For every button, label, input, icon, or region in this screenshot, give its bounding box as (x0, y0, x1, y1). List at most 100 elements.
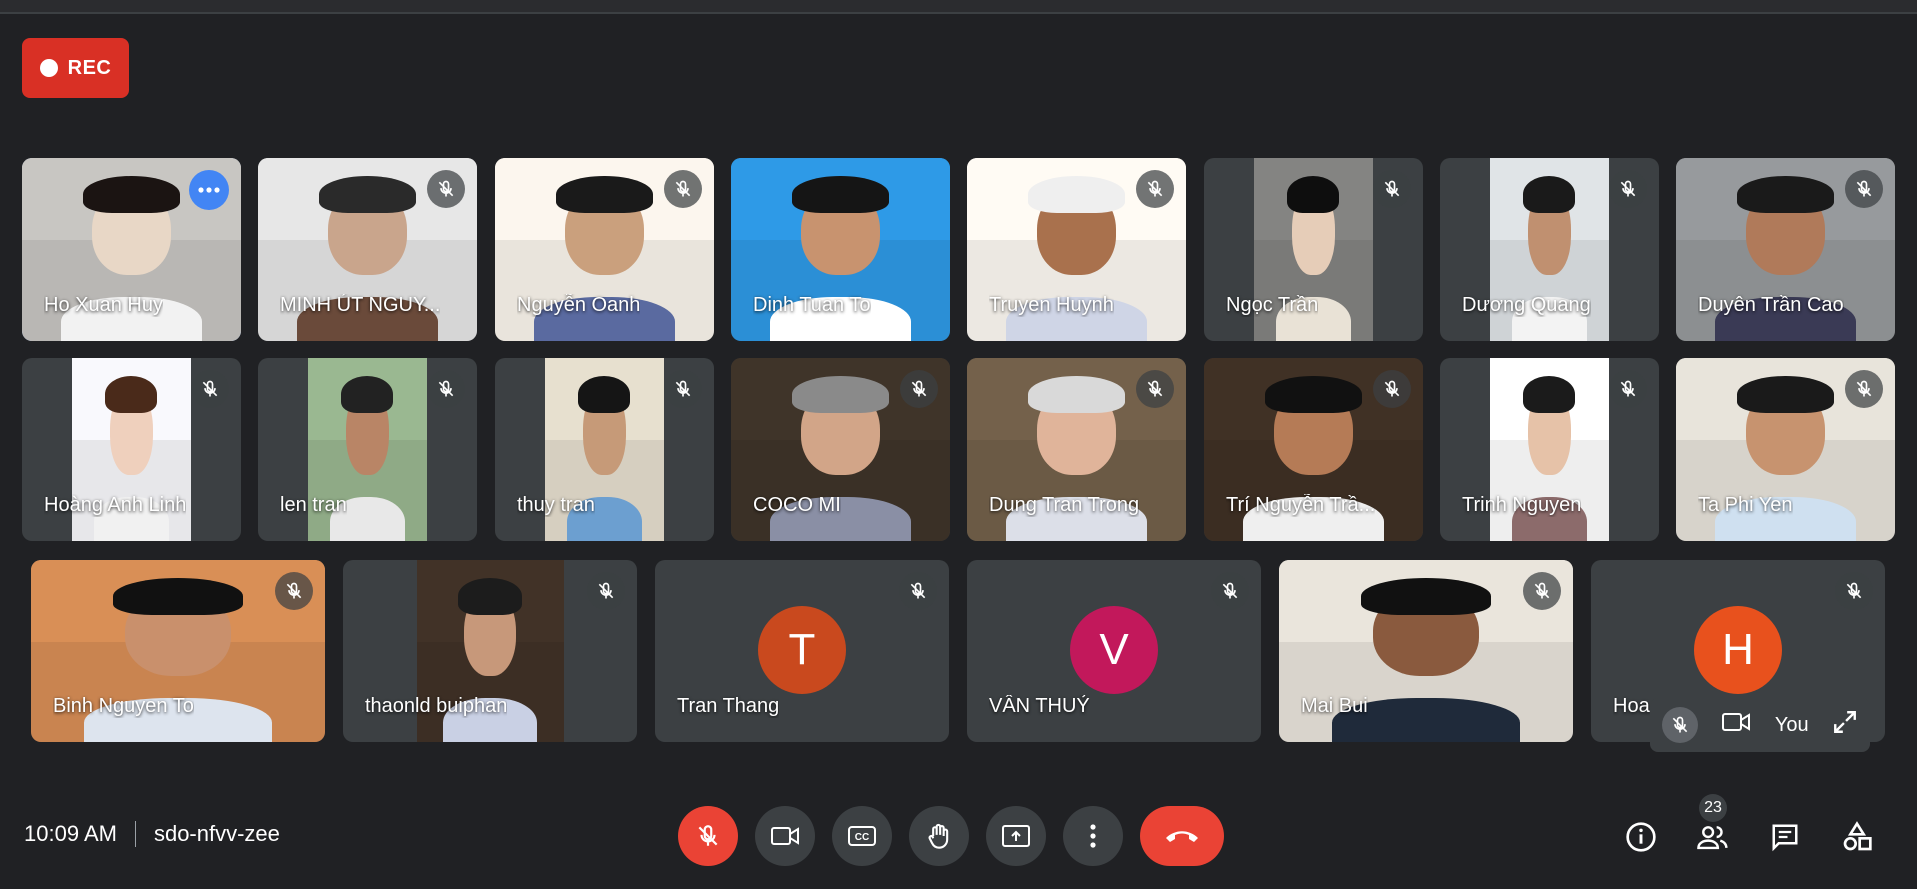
meeting-details-button[interactable] (1618, 814, 1664, 860)
meeting-code[interactable]: sdo-nfvv-zee (154, 821, 280, 847)
window-top-border (0, 0, 1917, 14)
participant-name: Nguyễn Oanh (517, 294, 641, 316)
participant-name: Ho Xuan Huy (44, 294, 163, 316)
activities-button[interactable] (1834, 814, 1880, 860)
participant-count-badge: 23 (1699, 794, 1727, 822)
camera-toggle-button[interactable] (755, 806, 815, 866)
avatar: H (1694, 606, 1782, 694)
participant-tile[interactable]: Duyên Trần Cao (1676, 158, 1895, 341)
mic-off-icon (1845, 170, 1883, 208)
participant-tile[interactable]: V VÂN THUỶ (967, 560, 1261, 742)
participant-name: Duyên Trần Cao (1698, 294, 1844, 316)
meeting-info: 10:09 AM sdo-nfvv-zee (24, 821, 280, 847)
mic-off-icon (900, 370, 938, 408)
participant-tile[interactable]: Trí Nguyễn Trầ... (1204, 358, 1423, 541)
participant-tile[interactable]: Ta Phi Yen (1676, 358, 1895, 541)
recording-label: REC (67, 56, 112, 79)
side-panel-buttons: 23 (1618, 794, 1880, 860)
participant-name: Truyen Huynh (989, 294, 1114, 316)
participant-tile[interactable]: COCO MI (731, 358, 950, 541)
chat-icon (1772, 824, 1798, 852)
participant-tile[interactable]: thuy tran (495, 358, 714, 541)
present-button[interactable] (986, 806, 1046, 866)
participant-tile[interactable]: Dinh Tuan To (731, 158, 950, 341)
participant-name: Hoa (1613, 695, 1650, 717)
mic-off-icon[interactable] (1661, 707, 1698, 743)
info-icon (1626, 822, 1656, 852)
raise-hand-icon (928, 823, 949, 849)
participant-tile[interactable]: Dung Tran Trong (967, 358, 1186, 541)
avatar: T (758, 606, 846, 694)
mic-off-icon (191, 370, 229, 408)
participant-tile[interactable]: len tran (258, 358, 477, 541)
mic-off-icon (427, 370, 465, 408)
more-options-button[interactable] (1063, 806, 1123, 866)
participant-tile[interactable]: Trinh Nguyen (1440, 358, 1659, 541)
mic-off-icon (427, 170, 465, 208)
participant-tile[interactable]: Ho Xuan Huy (22, 158, 241, 341)
mic-off-icon (1373, 370, 1411, 408)
activities-icon (1843, 821, 1872, 851)
captions-button[interactable]: CC (832, 806, 892, 866)
expand-icon[interactable] (1832, 709, 1858, 741)
record-dot-icon (39, 59, 58, 77)
mic-off-icon (1609, 370, 1647, 408)
mic-off-icon (1523, 572, 1561, 610)
mic-off-icon (1211, 572, 1249, 610)
mic-off-icon (698, 825, 718, 846)
participant-tile[interactable]: T Tran Thang (655, 560, 949, 742)
divider (134, 821, 136, 847)
mic-toggle-button[interactable] (678, 806, 738, 866)
self-view-label: You (1774, 713, 1809, 736)
call-controls: CC (678, 806, 1224, 866)
captions-icon: CC (848, 826, 876, 846)
mic-off-icon (664, 170, 702, 208)
participant-name: Dinh Tuan To (753, 294, 871, 316)
avatar: V (1070, 606, 1158, 694)
participant-tile[interactable]: Dương Quang (1440, 158, 1659, 341)
mic-off-icon (587, 572, 625, 610)
participant-tile[interactable]: Mai Bui (1279, 560, 1573, 742)
participant-name: Trí Nguyễn Trầ... (1226, 494, 1376, 516)
participant-tile[interactable]: Truyen Huynh (967, 158, 1186, 341)
people-icon (1697, 826, 1728, 850)
participant-name: Ta Phi Yen (1698, 494, 1793, 516)
participant-tile[interactable]: thaonld buiphan (343, 560, 637, 742)
mic-off-icon (664, 370, 702, 408)
participant-name: thuy tran (517, 494, 595, 516)
mic-off-icon (1609, 170, 1647, 208)
chat-button[interactable] (1762, 814, 1808, 860)
end-call-button[interactable] (1140, 806, 1224, 866)
participant-name: Tran Thang (677, 695, 780, 717)
participant-tile[interactable]: Nguyễn Oanh (495, 158, 714, 341)
meeting-time: 10:09 AM (24, 821, 117, 846)
more-options-icon[interactable] (189, 170, 229, 210)
self-view-bar: You (1650, 698, 1870, 752)
participant-name: Hoàng Anh Linh (44, 494, 187, 516)
participant-tile[interactable]: Hoàng Anh Linh (22, 358, 241, 541)
mic-off-icon (1136, 370, 1174, 408)
camera-icon (771, 827, 799, 845)
participant-name: len tran (280, 494, 347, 516)
more-vert-icon (1090, 824, 1096, 848)
participant-tile[interactable]: Binh Nguyen To (31, 560, 325, 742)
participant-name: VÂN THUỶ (989, 695, 1090, 717)
end-call-icon (1166, 831, 1198, 842)
recording-indicator: REC (22, 38, 129, 98)
participant-tile[interactable]: Ngọc Trần (1204, 158, 1423, 341)
camera-icon[interactable] (1721, 710, 1751, 740)
people-button[interactable]: 23 (1690, 794, 1736, 860)
participant-tile[interactable]: MINH ÚT NGUY... (258, 158, 477, 341)
participant-name: Trinh Nguyen (1462, 494, 1582, 516)
mic-off-icon (1835, 572, 1873, 610)
present-icon (1002, 825, 1030, 847)
mic-off-icon (1136, 170, 1174, 208)
svg-text:CC: CC (855, 832, 869, 843)
mic-off-icon (1845, 370, 1883, 408)
participant-name: Dung Tran Trong (989, 494, 1140, 516)
mic-off-icon (275, 572, 313, 610)
raise-hand-button[interactable] (909, 806, 969, 866)
mic-off-icon (1373, 170, 1411, 208)
participant-name: thaonld buiphan (365, 695, 508, 717)
participant-name: Ngọc Trần (1226, 294, 1319, 316)
